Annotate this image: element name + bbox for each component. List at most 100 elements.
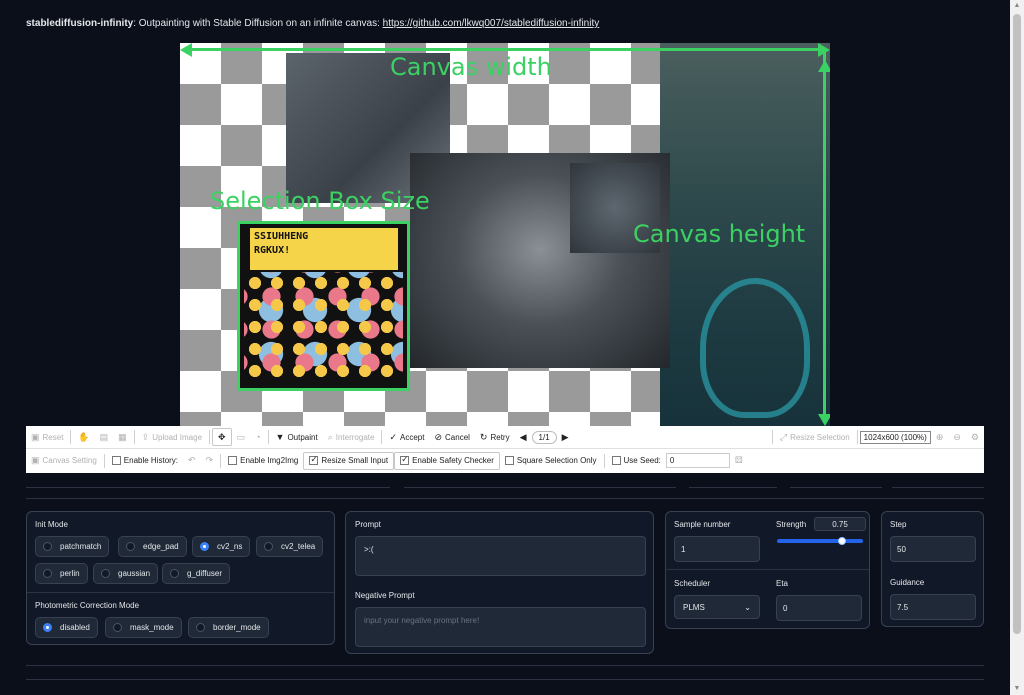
next-button[interactable]: ▶: [557, 428, 574, 446]
accept-button[interactable]: ✓ Accept: [384, 428, 429, 446]
arrow-down-icon: [818, 414, 830, 426]
radio-icon: [101, 569, 110, 578]
outpaint-canvas[interactable]: SSIUHHENG RGKUX! Canvas width Selection …: [180, 43, 830, 426]
undo-button[interactable]: ↶: [183, 452, 201, 470]
retry-label: Retry: [490, 432, 510, 442]
init-mode-panel: Init Mode patchmatch edge_pad cv2_ns cv2…: [26, 511, 335, 645]
app-name: stablediffusion-infinity: [26, 18, 134, 29]
redo-button[interactable]: ↷: [201, 452, 219, 470]
scheduler-select[interactable]: PLMS ⌄: [674, 595, 760, 619]
enable-img2img-checkbox[interactable]: Enable Img2Img: [223, 452, 303, 470]
reset-button[interactable]: ▣ Reset: [26, 428, 68, 446]
gear-icon: ⚙: [970, 431, 979, 442]
resize-icon: ⤢: [779, 431, 788, 442]
zoom-out-icon: ⊖: [953, 431, 961, 442]
photometric-option-mask-mode[interactable]: mask_mode: [105, 617, 182, 638]
dice-button[interactable]: ⚄: [730, 452, 748, 470]
sample-number-label: Sample number: [674, 520, 731, 529]
negative-prompt-input[interactable]: input your negative prompt here!: [355, 607, 646, 647]
prompt-panel: Prompt >:( Negative Prompt input your ne…: [345, 511, 654, 654]
guidance-input[interactable]: 7.5: [890, 594, 976, 620]
enable-safety-checker-checkbox[interactable]: Enable Safety Checker: [394, 451, 500, 470]
sample-number-input[interactable]: 1: [674, 536, 760, 562]
option-label: gaussian: [118, 569, 151, 578]
save-button[interactable]: ▦: [113, 428, 132, 446]
square-selection-checkbox[interactable]: Square Selection Only: [500, 452, 602, 470]
radio-icon: [196, 623, 205, 632]
page-scrollbar[interactable]: ▲ ▼: [1010, 0, 1024, 695]
fill-tool-button[interactable]: ◔: [250, 428, 265, 446]
option-label: disabled: [60, 623, 90, 632]
reset-icon: ▣: [31, 431, 40, 442]
strength-slider-knob[interactable]: [837, 537, 846, 545]
init-mode-option-cv2-telea[interactable]: cv2_telea: [256, 536, 324, 557]
init-mode-option-perlin[interactable]: perlin: [35, 563, 88, 584]
init-mode-option-cv2-ns[interactable]: cv2_ns: [192, 536, 251, 557]
init-mode-option-patchmatch[interactable]: patchmatch: [35, 536, 110, 557]
negative-prompt-label: Negative Prompt: [355, 591, 415, 600]
interrogate-button[interactable]: ⌕ Interrogate: [323, 428, 380, 446]
outpaint-label: Outpaint: [287, 432, 318, 442]
photometric-option-border-mode[interactable]: border_mode: [188, 617, 269, 638]
separator: [267, 430, 269, 444]
checkbox-checked-icon: [309, 454, 319, 465]
divider: [404, 487, 676, 488]
upload-image-button[interactable]: ⇪ Upload Image: [137, 428, 207, 446]
init-mode-option-edge-pad[interactable]: edge_pad: [118, 536, 187, 557]
checkbox-icon: [228, 456, 238, 465]
divider: [27, 592, 334, 593]
enable-safety-checker-label: Enable Safety Checker: [412, 456, 494, 465]
zoom-in-button[interactable]: ⊕: [931, 428, 949, 446]
canvas-width-annotation: Canvas width: [390, 53, 552, 81]
prev-button[interactable]: ◀: [515, 428, 532, 446]
resize-selection-button[interactable]: ⤢ Resize Selection: [775, 428, 855, 446]
check-icon: ✓: [389, 431, 397, 442]
eta-input[interactable]: 0: [776, 595, 862, 621]
init-mode-option-g-diffuser[interactable]: g_diffuser: [162, 563, 230, 584]
resize-selection-label: Resize Selection: [790, 432, 850, 442]
scrollbar-thumb[interactable]: [1013, 14, 1021, 634]
outpaint-button[interactable]: ▼ Outpaint: [271, 428, 323, 446]
settings-button[interactable]: ⚙: [966, 428, 984, 446]
selection-box[interactable]: SSIUHHENG RGKUX!: [237, 221, 410, 391]
move-tool-button[interactable]: ✥: [212, 428, 232, 446]
zoom-out-button[interactable]: ⊖: [948, 428, 966, 446]
radio-icon: [264, 542, 273, 551]
load-button[interactable]: ✋: [73, 428, 94, 446]
enable-history-checkbox[interactable]: Enable History:: [107, 452, 183, 470]
radio-icon: [126, 542, 135, 551]
retry-button[interactable]: ↻ Retry: [475, 428, 515, 446]
scroll-down-icon[interactable]: ▼: [1013, 685, 1021, 693]
step-input[interactable]: 50: [890, 536, 976, 562]
selection-box-annotation: Selection Box Size: [210, 187, 430, 215]
scroll-up-icon[interactable]: ▲: [1013, 2, 1021, 10]
option-label: cv2_telea: [281, 542, 316, 551]
eraser-tool-button[interactable]: ▭: [232, 428, 251, 446]
separator: [856, 430, 858, 444]
upload-icon: ⇪: [141, 431, 150, 442]
cancel-button[interactable]: ⊘ Cancel: [429, 428, 474, 446]
open-button[interactable]: ▤: [95, 428, 114, 446]
emoji-faces-image: [244, 272, 403, 384]
canvas-setting-button[interactable]: ▣ Canvas Setting: [26, 452, 102, 470]
use-seed-checkbox[interactable]: Use Seed:: [607, 452, 666, 470]
radio-icon: [43, 542, 52, 551]
canvas-height-line: [823, 51, 826, 423]
app-header: stablediffusion-infinity: Outpainting wi…: [26, 18, 599, 29]
page-indicator: 1/1: [531, 430, 557, 444]
arrow-left-icon: [180, 43, 192, 57]
separator: [220, 453, 222, 468]
prompt-input[interactable]: >:(: [355, 536, 646, 576]
scheduler-value: PLMS: [683, 602, 705, 612]
resize-small-input-checkbox[interactable]: Resize Small Input: [303, 451, 395, 470]
strength-slider[interactable]: [777, 539, 863, 543]
seed-input[interactable]: 0: [665, 453, 730, 468]
photometric-option-disabled[interactable]: disabled: [35, 617, 98, 638]
use-seed-label: Use Seed:: [623, 456, 661, 465]
caret-right-icon: ▶: [561, 431, 569, 442]
init-mode-option-gaussian[interactable]: gaussian: [93, 563, 159, 584]
github-link[interactable]: https://github.com/lkwq007/stablediffusi…: [383, 18, 600, 29]
strength-value-input[interactable]: 0.75: [814, 517, 866, 531]
canvas-width-line: [184, 48, 824, 51]
interrogate-label: Interrogate: [335, 432, 375, 442]
